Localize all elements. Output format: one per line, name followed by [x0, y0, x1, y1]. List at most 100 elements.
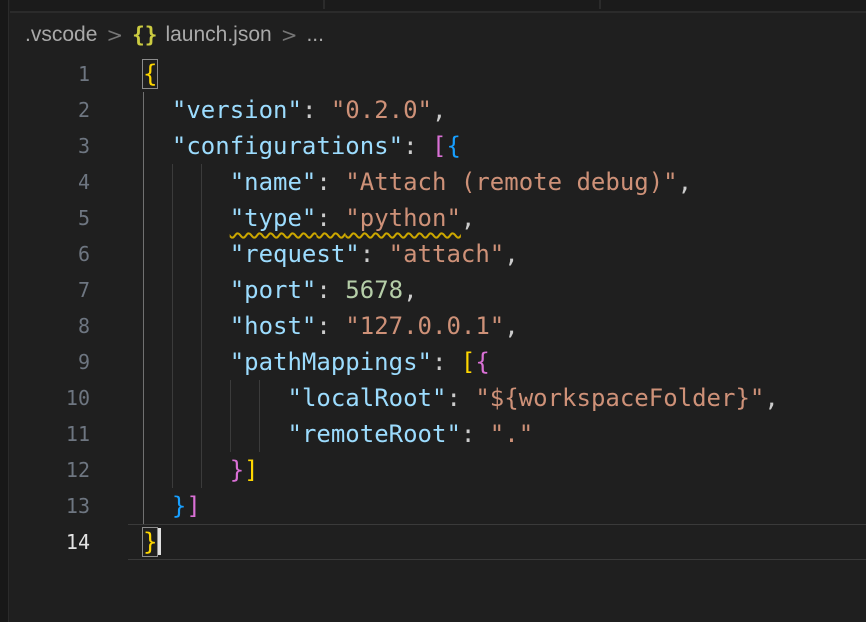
- line-number[interactable]: 3: [0, 128, 90, 164]
- indent-guide: [172, 272, 173, 308]
- line-number[interactable]: 8: [0, 308, 90, 344]
- line-number[interactable]: 7: [0, 272, 90, 308]
- indent-guide: [201, 452, 202, 488]
- tab-divider: [323, 0, 325, 9]
- line-number[interactable]: 10: [0, 380, 90, 416]
- line-number[interactable]: 6: [0, 236, 90, 272]
- indent-guide: [259, 380, 260, 416]
- line-number[interactable]: 9: [0, 344, 90, 380]
- code-line-content[interactable]: "host": "127.0.0.1",: [143, 308, 519, 344]
- code-line[interactable]: 5 "type": "python",: [0, 200, 866, 236]
- line-number[interactable]: 2: [0, 92, 90, 128]
- warning-squiggle-token: "type": [230, 204, 317, 232]
- code-line-content[interactable]: }]: [143, 488, 201, 524]
- code-line-content[interactable]: "type": "python",: [143, 200, 475, 236]
- code-line-content[interactable]: "localRoot": "${workspaceFolder}",: [143, 380, 779, 416]
- code-token: ,: [764, 384, 778, 412]
- code-line-content[interactable]: "version": "0.2.0",: [143, 92, 446, 128]
- editor-code-area[interactable]: 1{2"version": "0.2.0",3"configurations":…: [0, 56, 866, 622]
- code-line[interactable]: 9 "pathMappings": [{: [0, 344, 866, 380]
- code-token: :: [446, 384, 475, 412]
- code-line-content[interactable]: {: [143, 56, 157, 92]
- bracket-match-box: }: [143, 528, 157, 556]
- code-line[interactable]: 2 "version": "0.2.0",: [0, 92, 866, 128]
- code-line[interactable]: 11 "remoteRoot": ".": [0, 416, 866, 452]
- code-token: {: [475, 348, 489, 376]
- code-token: [: [461, 348, 475, 376]
- code-line[interactable]: 10 "localRoot": "${workspaceFolder}",: [0, 380, 866, 416]
- code-token: :: [461, 420, 490, 448]
- code-token: "version": [172, 96, 302, 124]
- code-line-content[interactable]: }]: [143, 452, 259, 488]
- breadcrumb-item-launch-json[interactable]: launch.json: [165, 23, 271, 47]
- indent-guide: [172, 308, 173, 344]
- code-token: "port": [230, 276, 317, 304]
- code-token: :: [316, 168, 345, 196]
- code-token: 5678: [345, 276, 403, 304]
- text-cursor: [158, 528, 161, 555]
- code-token: [: [432, 132, 446, 160]
- code-token: ]: [186, 492, 200, 520]
- line-number[interactable]: 14: [0, 524, 90, 560]
- code-line-content[interactable]: "port": 5678,: [143, 272, 418, 308]
- code-token: {: [446, 132, 460, 160]
- code-token: :: [403, 132, 432, 160]
- current-line-highlight: [128, 524, 866, 560]
- active-indent-guide: [143, 380, 144, 416]
- line-number[interactable]: 12: [0, 452, 90, 488]
- indent-guide: [201, 236, 202, 272]
- active-indent-guide: [143, 452, 144, 488]
- code-line-content[interactable]: "configurations": [{: [143, 128, 461, 164]
- bracket-match-box: {: [143, 60, 157, 88]
- active-indent-guide: [143, 236, 144, 272]
- code-line[interactable]: 7 "port": 5678,: [0, 272, 866, 308]
- code-line[interactable]: 6 "request": "attach",: [0, 236, 866, 272]
- code-token: "Attach (remote debug)": [345, 168, 677, 196]
- line-number[interactable]: 4: [0, 164, 90, 200]
- line-number[interactable]: 11: [0, 416, 90, 452]
- code-line[interactable]: 12}]: [0, 452, 866, 488]
- code-token: ,: [678, 168, 692, 196]
- line-number[interactable]: 13: [0, 488, 90, 524]
- indent-guide: [172, 452, 173, 488]
- code-line[interactable]: 4 "name": "Attach (remote debug)",: [0, 164, 866, 200]
- indent-guide: [201, 164, 202, 200]
- code-line[interactable]: 13}]: [0, 488, 866, 524]
- indent-guide: [201, 272, 202, 308]
- code-line-content[interactable]: }: [143, 524, 161, 560]
- code-token: "request": [230, 240, 360, 268]
- code-line[interactable]: 8 "host": "127.0.0.1",: [0, 308, 866, 344]
- code-line[interactable]: 3 "configurations": [{: [0, 128, 866, 164]
- indent-guide: [201, 344, 202, 380]
- code-token: "${workspaceFolder}": [475, 384, 764, 412]
- line-number[interactable]: 5: [0, 200, 90, 236]
- active-indent-guide: [143, 128, 144, 164]
- code-line[interactable]: 14}: [0, 524, 866, 560]
- warning-squiggle-token: "python": [345, 204, 461, 232]
- code-line[interactable]: 1{: [0, 56, 866, 92]
- code-token: :: [316, 312, 345, 340]
- code-token: "remoteRoot": [288, 420, 461, 448]
- code-token: ,: [461, 204, 475, 232]
- code-token: "127.0.0.1": [345, 312, 504, 340]
- breadcrumb-item-symbol-path[interactable]: ...: [306, 23, 324, 47]
- code-line-content[interactable]: "remoteRoot": ".": [143, 416, 533, 452]
- indent-guide: [172, 164, 173, 200]
- code-token: "0.2.0": [331, 96, 432, 124]
- json-braces-icon: {}: [132, 23, 157, 47]
- indent-guide: [201, 200, 202, 236]
- code-line-content[interactable]: "pathMappings": [{: [143, 344, 490, 380]
- code-token: :: [316, 276, 345, 304]
- indent-guide: [172, 236, 173, 272]
- breadcrumb-item-vscode[interactable]: .vscode: [25, 23, 97, 47]
- line-number[interactable]: 1: [0, 56, 90, 92]
- code-token: "localRoot": [288, 384, 447, 412]
- code-line-content[interactable]: "name": "Attach (remote debug)",: [143, 164, 692, 200]
- code-token: ,: [504, 240, 518, 268]
- tab-strip[interactable]: [10, 0, 866, 13]
- code-token: "configurations": [172, 132, 403, 160]
- code-token: "name": [230, 168, 317, 196]
- code-line-content[interactable]: "request": "attach",: [143, 236, 519, 272]
- warning-squiggle-token: :: [316, 204, 345, 232]
- active-indent-guide: [143, 344, 144, 380]
